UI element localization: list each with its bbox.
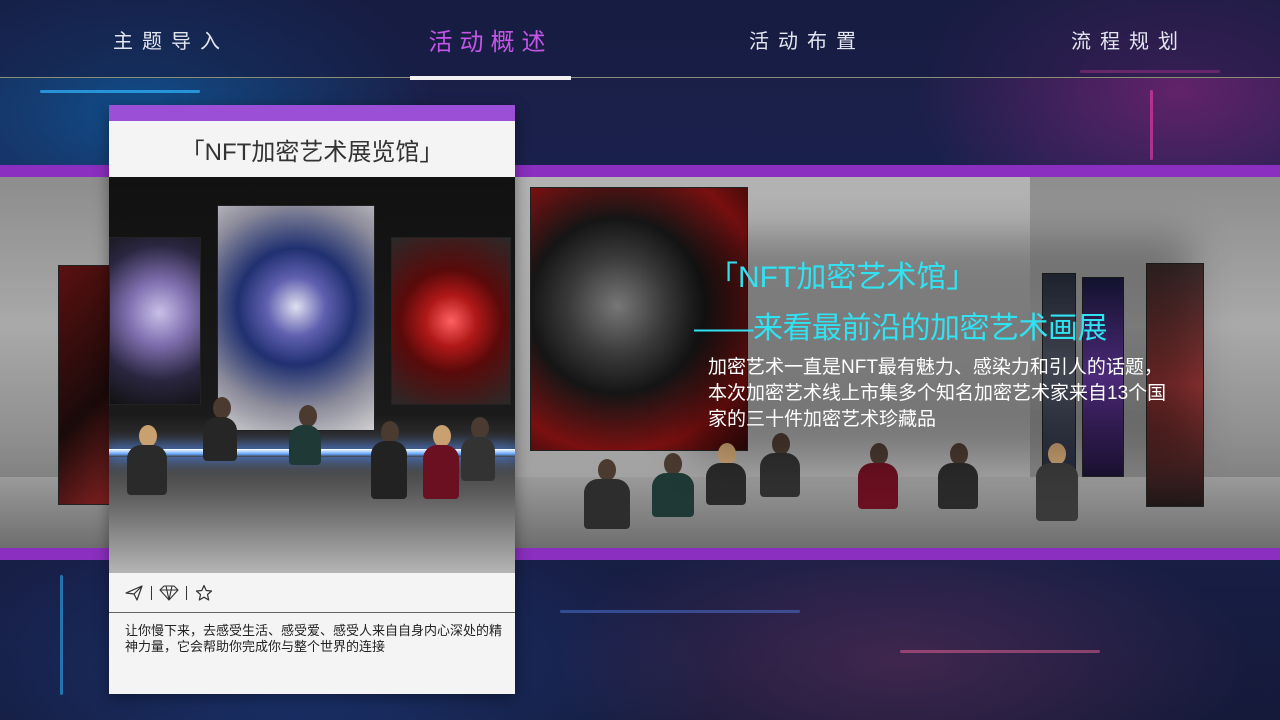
nav-tab-process-planning[interactable]: 流程规划 (1054, 0, 1204, 78)
nav-tab-activity-setup[interactable]: 活动布置 (732, 0, 882, 78)
background-light-streak (900, 650, 1100, 653)
nav-tab-theme-intro[interactable]: 主题导入 (96, 0, 246, 78)
top-navigation: 主题导入 活动概述 活动布置 流程规划 (0, 0, 1280, 78)
icon-separator (186, 585, 187, 600)
exhibition-card: 「NFT加密艺术展览馆」 让你慢下来，去感受生活、感受爱、感受人来自自身内心深处… (109, 105, 515, 694)
send-icon[interactable] (123, 582, 145, 604)
star-icon[interactable] (193, 582, 215, 604)
background-light-streak (1150, 90, 1153, 160)
artwork-left-wall (58, 265, 110, 505)
card-artwork-right (391, 237, 511, 405)
background-light-streak (40, 90, 200, 93)
hero-description: 加密艺术一直是NFT最有魅力、感染力和引人的话题，本次加密艺术线上市集多个知名加… (708, 357, 1167, 430)
icon-separator (151, 585, 152, 600)
card-title: 「NFT加密艺术展览馆」 (180, 138, 444, 166)
card-gallery-image (109, 177, 515, 573)
diamond-icon[interactable] (158, 582, 180, 604)
card-actions-bar (109, 573, 515, 613)
background-light-streak (60, 575, 63, 695)
card-artwork-left (109, 237, 201, 405)
nav-tab-activity-overview[interactable]: 活动概述 (410, 0, 571, 78)
hero-subtitle: ——来看最前沿的加密艺术画展 (694, 312, 1108, 345)
background-light-streak (560, 610, 800, 613)
card-artwork-center (217, 205, 375, 431)
hero-title: 「NFT加密艺术馆」 (708, 261, 977, 294)
card-accent-bar (109, 105, 515, 121)
card-description: 让你慢下来，去感受生活、感受爱、感受人来自自身内心深处的精神力量，它会帮助你完成… (125, 623, 503, 654)
active-tab-indicator (410, 76, 571, 80)
